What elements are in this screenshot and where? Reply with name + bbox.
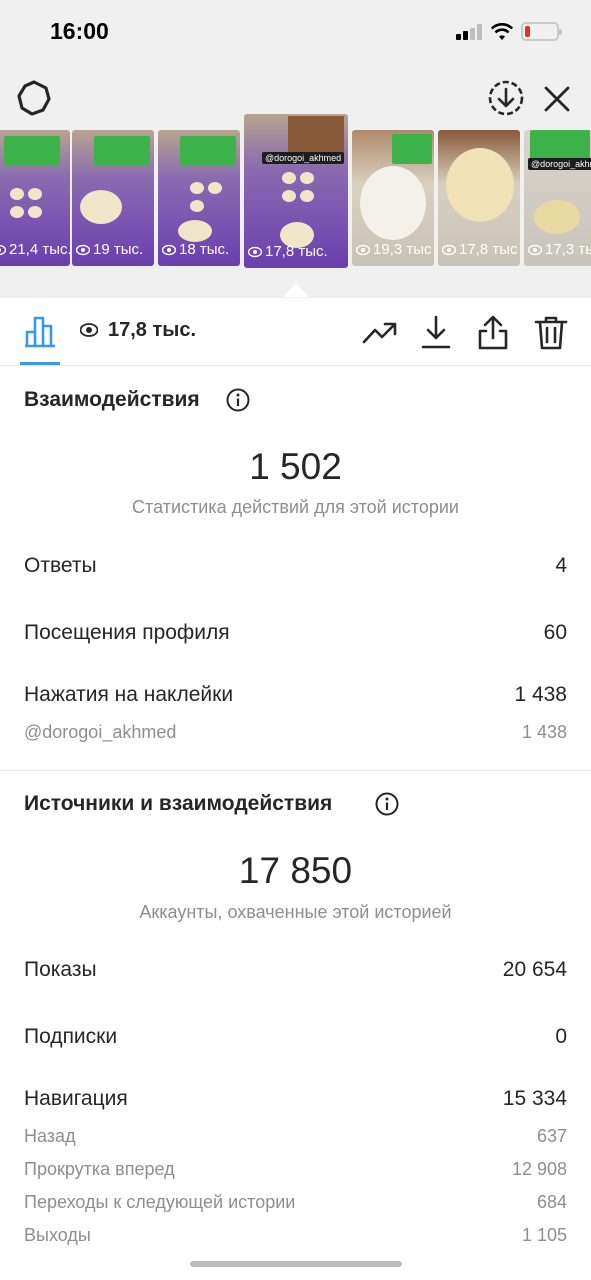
forward-value: 12 908 (511, 1159, 567, 1179)
replies-value: 4 (555, 554, 567, 577)
story-thumbnail[interactable]: 18 тыс. (158, 130, 240, 266)
wifi-icon (490, 23, 514, 40)
share-icon[interactable] (475, 314, 511, 350)
interactions-title: Взаимодействия (24, 388, 200, 411)
signal-icon (456, 24, 484, 40)
forward-label: Прокрутка вперед (24, 1159, 175, 1179)
exits-value: 1 105 (521, 1225, 567, 1245)
eye-icon (442, 244, 456, 255)
trash-icon[interactable] (533, 314, 569, 350)
thumbnail-views: 19,3 тыс (373, 241, 432, 258)
bar-chart-icon[interactable] (22, 312, 58, 348)
thumbnail-views: 21,4 тыс. (9, 241, 70, 258)
eye-icon (162, 244, 176, 255)
sticker-taps-value: 1 438 (514, 683, 567, 706)
eye-icon (248, 246, 262, 257)
close-button[interactable] (538, 80, 576, 118)
exits-label: Выходы (24, 1225, 91, 1245)
active-tab-indicator (20, 362, 60, 365)
back-value: 637 (536, 1126, 567, 1146)
impressions-label: Показы (24, 958, 97, 981)
replies-label: Ответы (24, 554, 97, 577)
discovery-subtitle: Аккаунты, охваченные этой историей (139, 902, 452, 922)
story-thumbnails: 21,4 тыс. 19 тыс. 18 тыс. @dorogoi_akhme… (0, 114, 591, 274)
thumbnail-views: 17,8 тыс. (265, 243, 328, 260)
status-time: 16:00 (50, 18, 109, 44)
eye-icon (80, 323, 98, 337)
save-story-button[interactable] (486, 78, 526, 118)
follows-label: Подписки (24, 1025, 118, 1048)
thumbnail-views: 19 тыс. (93, 241, 144, 258)
impressions-value: 20 654 (502, 958, 567, 981)
close-icon (544, 86, 570, 112)
thumbnail-handle: @dorogoi_akhmed (528, 158, 591, 170)
story-thumbnail[interactable]: 19,3 тыс (352, 130, 434, 266)
discovery-total: 17 850 (238, 850, 353, 891)
follows-value: 0 (555, 1025, 567, 1048)
profile-visits-label: Посещения профиля (24, 621, 230, 644)
eye-icon (356, 244, 370, 255)
interactions-subtitle: Статистика действий для этой истории (132, 497, 459, 517)
next-story-label: Переходы к следующей истории (24, 1192, 296, 1212)
sticker-taps-label: Нажатия на наклейки (24, 683, 234, 706)
thumbnail-handle: @dorogoi_akhmed (262, 152, 345, 164)
info-icon[interactable] (375, 792, 399, 816)
info-icon[interactable] (226, 388, 250, 412)
home-indicator[interactable] (190, 1261, 402, 1267)
back-label: Назад (24, 1126, 76, 1146)
insights-toolbar: 17,8 тыс. (0, 298, 591, 366)
section-divider (0, 770, 591, 771)
status-bar: 16:00 (0, 0, 591, 64)
eye-icon (0, 244, 6, 255)
thumbnail-views: 18 тыс. (179, 241, 230, 258)
eye-icon (76, 244, 90, 255)
story-thumbnail[interactable]: 17,8 тыс (438, 130, 520, 266)
navigation-label: Навигация (24, 1087, 128, 1110)
download-circle-icon (488, 80, 524, 116)
story-thumbnail-selected[interactable]: @dorogoi_akhmed 17,8 тыс. (244, 114, 348, 268)
story-thumbnail[interactable]: @dorogoi_akhmed 17,3 тыс (524, 130, 591, 266)
download-icon[interactable] (418, 314, 454, 350)
eye-icon (528, 244, 542, 255)
discovery-title: Источники и взаимодействия (24, 792, 333, 815)
selected-pointer (283, 283, 309, 297)
gear-icon (17, 80, 51, 116)
navigation-value: 15 334 (502, 1087, 567, 1110)
profile-visits-value: 60 (543, 621, 567, 644)
thumbnail-views: 17,8 тыс (459, 241, 518, 258)
sticker-handle-value: 1 438 (521, 722, 567, 742)
settings-button[interactable] (14, 78, 54, 118)
sticker-handle-label[interactable]: @dorogoi_akhmed (24, 722, 176, 743)
interactions-total: 1 502 (249, 446, 342, 487)
story-thumbnail[interactable]: 19 тыс. (72, 130, 154, 266)
battery-icon (521, 22, 562, 41)
thumbnail-views: 17,3 тыс (545, 241, 591, 258)
next-story-value: 684 (536, 1192, 567, 1212)
trending-up-icon[interactable] (362, 314, 398, 350)
story-thumbnail[interactable]: 21,4 тыс. (0, 130, 70, 266)
story-preview-area: 16:00 21,4 тыс. 19 тыс. 18 тыс. @dorogoi… (0, 0, 591, 298)
views-count: 17,8 тыс. (108, 319, 197, 341)
